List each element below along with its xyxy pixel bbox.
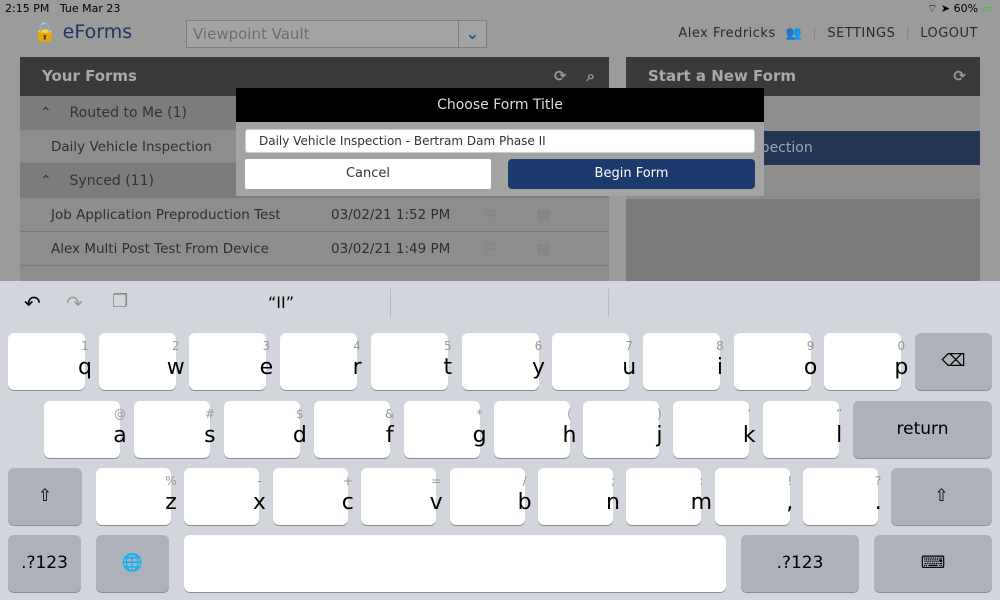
key-w[interactable]: 2w: [98, 333, 185, 390]
numbers-label: .?123: [21, 553, 68, 573]
key-a[interactable]: @ a: [44, 401, 127, 458]
key-8[interactable]: ?.: [803, 468, 882, 525]
key-s[interactable]: # s: [133, 401, 216, 458]
return-label: return: [896, 419, 949, 439]
chevron-down-icon[interactable]: ⌄: [458, 21, 486, 47]
cancel-button[interactable]: Cancel: [245, 159, 491, 189]
key-o[interactable]: 9o: [733, 333, 817, 390]
key-l[interactable]: ” l: [763, 401, 842, 458]
key-d[interactable]: $ d: [223, 401, 307, 458]
key-f[interactable]: & f: [313, 401, 394, 458]
shift-right-label: ⇧: [934, 486, 949, 506]
space-key[interactable]: [184, 535, 726, 592]
keyboard: ↶ ↷ ❐ “II” 1 q 2 w 3 e 4 r 5 t 6 y 7 u 8 i 9 o 0 p ⌫ @ a # s $ d & f…: [0, 281, 1000, 600]
shift-right-key[interactable]: ⇧: [891, 468, 992, 525]
eforms-logo: 🔒 eForms: [33, 20, 133, 44]
status-time: 2:15 PM Tue Mar 23: [5, 2, 121, 15]
pdf-icon[interactable]: ⎘: [485, 198, 496, 232]
key-g[interactable]: * g: [403, 401, 487, 458]
key-i[interactable]: 8i: [642, 333, 724, 390]
shift-key[interactable]: ⇧: [8, 468, 82, 525]
hide-keyboard-key[interactable]: ⌨: [874, 535, 992, 592]
list-icon[interactable]: ▤: [537, 232, 550, 266]
key-1[interactable]: -x: [184, 468, 266, 525]
choose-title-dialog: Choose Form Title Cancel Begin Form: [236, 88, 764, 196]
undo-icon[interactable]: ↶: [24, 291, 41, 315]
key-j[interactable]: ) j: [583, 401, 662, 458]
user-name[interactable]: Alex Fredricks: [678, 26, 775, 41]
list-item[interactable]: Job Application Preproduction Test 03/02/…: [20, 198, 609, 232]
key-r[interactable]: 4r: [280, 333, 362, 390]
globe-label: 🌐: [121, 553, 144, 573]
numbers-right-label: .?123: [776, 553, 824, 573]
key-6[interactable]: :m: [626, 468, 712, 525]
key-h[interactable]: (h: [493, 401, 576, 458]
vault-select[interactable]: Viewpoint Vault ⌄: [186, 20, 487, 48]
key-q[interactable]: 1q: [8, 333, 92, 390]
dialog-title: Choose Form Title: [236, 88, 764, 122]
users-icon: 👥: [785, 26, 803, 41]
key-2[interactable]: + c: [272, 468, 354, 525]
backspace-key[interactable]: ⌫: [915, 333, 992, 390]
key-0[interactable]: % z: [96, 468, 177, 525]
begin-form-button[interactable]: Begin Form: [508, 159, 755, 189]
logout-link[interactable]: LOGOUT: [920, 26, 978, 41]
key-t[interactable]: 5t: [370, 333, 452, 390]
key-e[interactable]: 3e: [189, 333, 273, 390]
form-title-input[interactable]: [245, 129, 755, 153]
panel-title: Your Forms: [42, 67, 137, 85]
key-u[interactable]: 7u: [552, 333, 636, 390]
key-7[interactable]: !,: [714, 468, 793, 525]
shift-label: ⇧: [37, 486, 53, 506]
suggestion[interactable]: “II”: [268, 293, 294, 312]
key-k[interactable]: ’ k: [673, 401, 756, 458]
key-p[interactable]: 0p: [824, 333, 908, 390]
key-y[interactable]: 6y: [461, 333, 545, 390]
hideboard-key-label: ⌨: [920, 553, 946, 573]
refresh-icon[interactable]: ⟳: [953, 57, 966, 96]
list-item[interactable]: Alex Multi Post Test From Device 03/02/21…: [20, 232, 609, 266]
status-battery: ⌔ ➤ 60% ▭: [927, 2, 992, 15]
numbers-right-key[interactable]: .?123: [741, 535, 859, 592]
numbers-key[interactable]: .?123: [8, 535, 81, 592]
list-icon[interactable]: ▤: [537, 198, 550, 232]
key-4[interactable]: / b: [449, 468, 532, 525]
settings-link[interactable]: SETTINGS: [827, 26, 895, 41]
paste-icon[interactable]: ❐: [112, 291, 128, 312]
redo-icon[interactable]: ↷: [66, 291, 83, 315]
return-key[interactable]: return: [853, 401, 992, 458]
lock-icon: 🔒: [33, 21, 57, 43]
pdf-icon[interactable]: ⎘: [485, 232, 496, 266]
globe-key[interactable]: 🌐: [96, 535, 169, 592]
key-3[interactable]: = v: [361, 468, 443, 525]
key-5[interactable]: ; n: [538, 468, 620, 525]
backspace-label: ⌫: [941, 351, 966, 371]
